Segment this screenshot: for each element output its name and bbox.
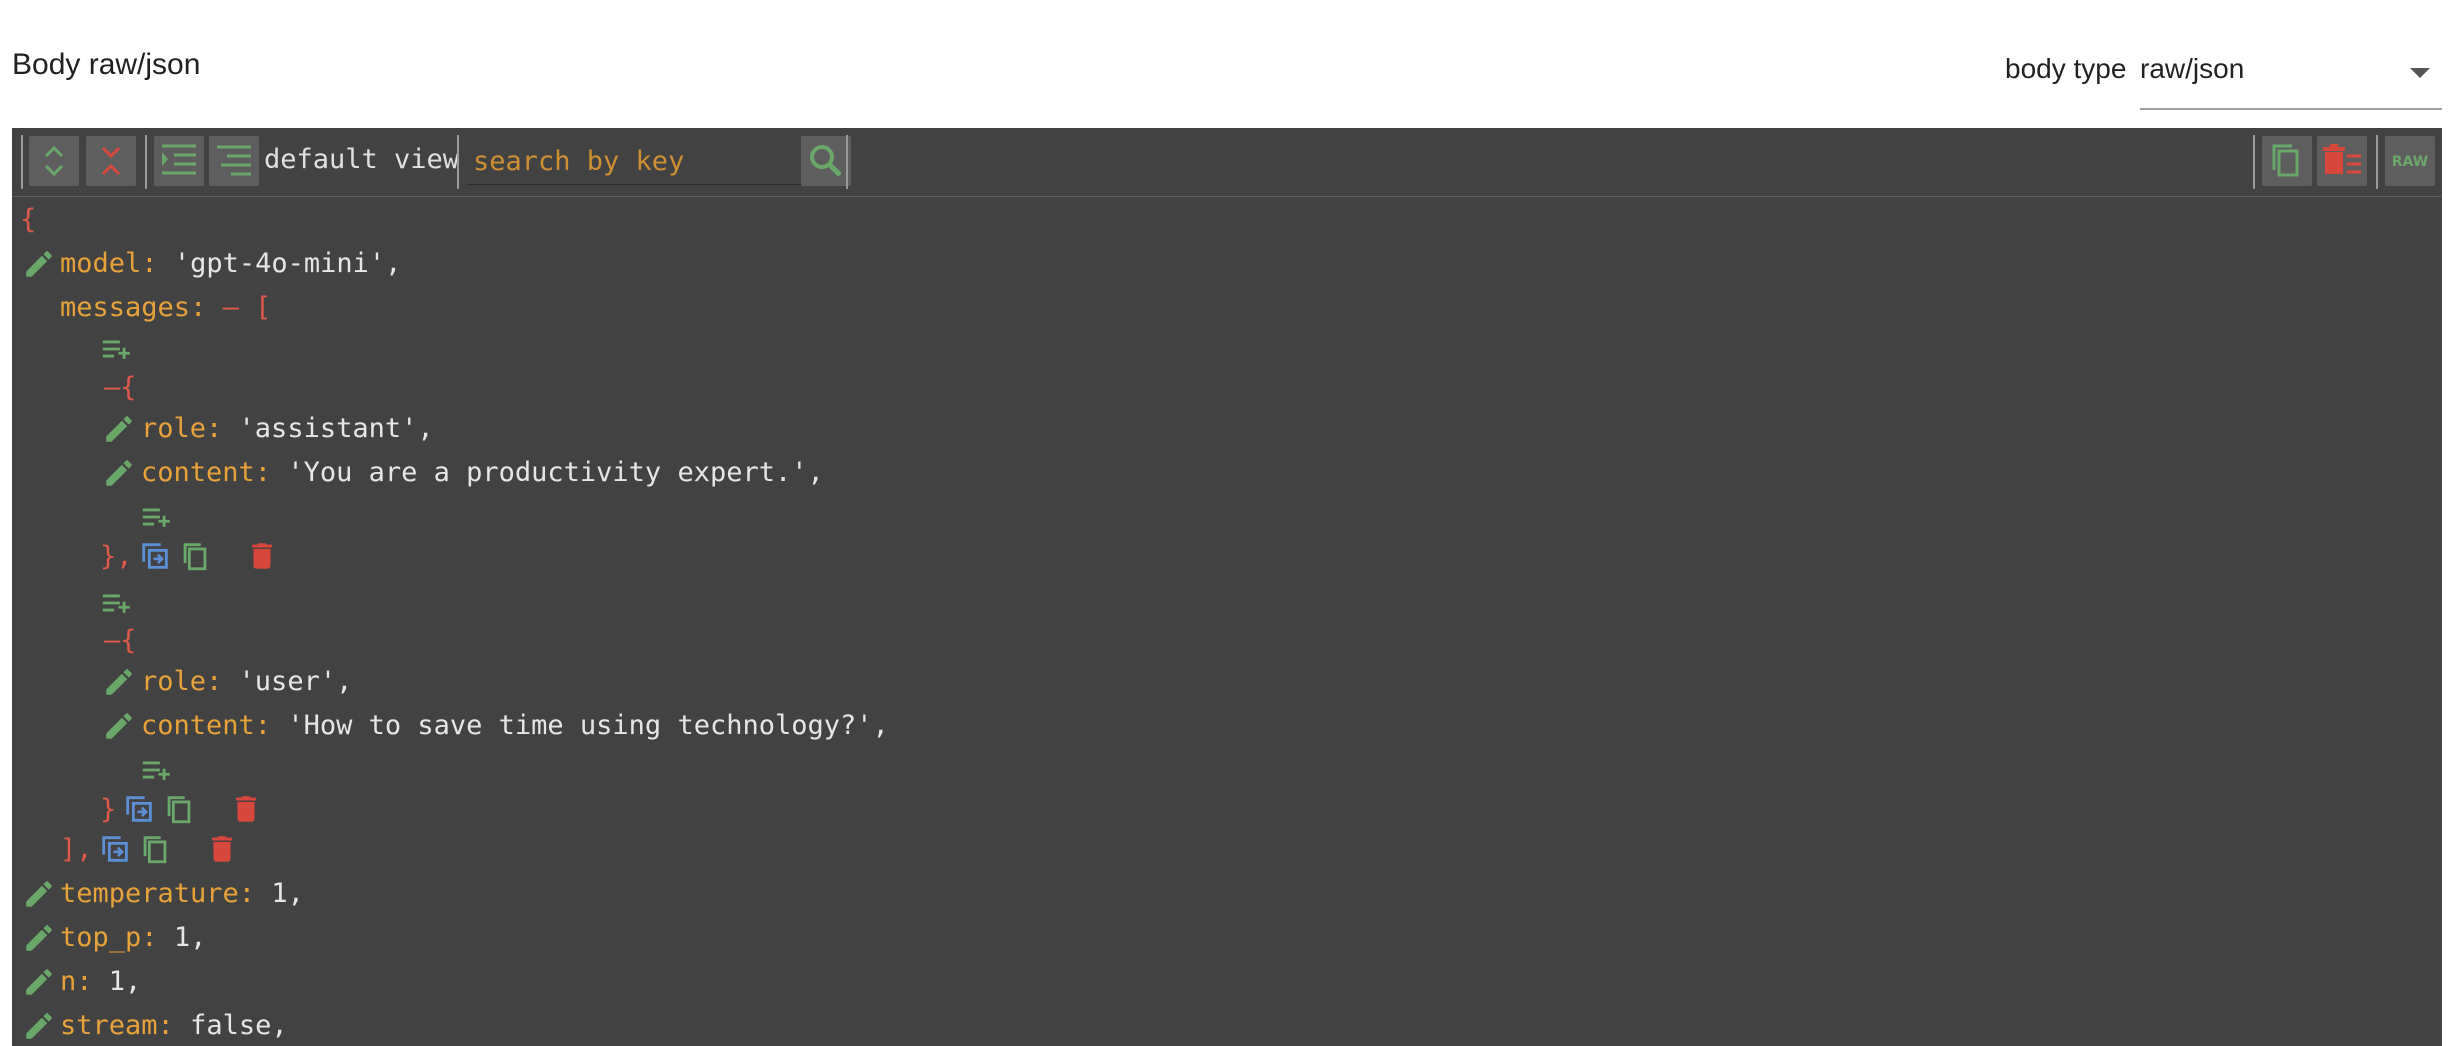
temperature-row: temperature: 1, <box>60 874 304 914</box>
svg-text:RAW: RAW <box>2392 154 2428 170</box>
expand-all-icon <box>44 145 64 177</box>
edit-icon[interactable] <box>102 456 136 490</box>
copy-icon[interactable] <box>162 792 196 826</box>
format-indent-icon <box>162 144 196 175</box>
messages-close-bracket: ], <box>60 834 93 865</box>
chevron-down-icon <box>2410 68 2430 78</box>
content-value[interactable]: 'How to save time using technology?', <box>287 710 888 741</box>
body-type-label: body type <box>2005 53 2127 84</box>
messages-collapse-toggle[interactable]: — [ <box>223 292 272 323</box>
search-input[interactable] <box>467 138 809 185</box>
add-item-icon[interactable] <box>140 500 174 534</box>
temperature-value[interactable]: 1, <box>271 878 304 909</box>
edit-icon[interactable] <box>102 412 136 446</box>
n-value[interactable]: 1, <box>109 966 142 997</box>
copy-icon[interactable] <box>178 539 212 573</box>
raw-mode-button[interactable]: RAW <box>2385 136 2435 186</box>
raw-icon: RAW <box>2392 154 2428 170</box>
message-1-content-row: content: 'You are a productivity expert.… <box>141 453 824 493</box>
message-2-collapse-toggle[interactable]: —{ <box>104 621 137 661</box>
search-icon <box>810 145 842 177</box>
delete-sweep-icon <box>2323 144 2361 174</box>
message-2-role-row: role: 'user', <box>141 662 352 702</box>
edit-icon[interactable] <box>22 1009 56 1043</box>
collapse-all-icon <box>101 146 121 176</box>
edit-icon[interactable] <box>102 665 136 699</box>
add-item-icon[interactable] <box>100 332 134 366</box>
body-type-select[interactable]: raw/json <box>2140 38 2442 110</box>
message-2-content-row: content: 'How to save time using technol… <box>141 706 889 746</box>
edit-icon[interactable] <box>22 921 56 955</box>
message-1-role-row: role: 'assistant', <box>141 409 434 449</box>
edit-icon[interactable] <box>22 965 56 999</box>
role-value[interactable]: 'assistant', <box>239 413 434 444</box>
content-value[interactable]: 'You are a productivity expert.', <box>287 457 823 488</box>
stream-row: stream: false, <box>60 1006 288 1046</box>
copy-icon <box>2272 144 2299 177</box>
role-key: role: <box>141 666 223 697</box>
temperature-key: temperature: <box>60 878 256 909</box>
search-button[interactable] <box>801 136 851 186</box>
messages-row: messages: — [ <box>60 288 271 328</box>
compact-view-button[interactable] <box>209 136 259 186</box>
message-1-collapse-toggle[interactable]: —{ <box>104 368 137 408</box>
add-item-icon[interactable] <box>140 753 174 787</box>
toolbar-divider <box>2376 135 2378 189</box>
expand-all-button[interactable] <box>29 136 79 186</box>
stream-key: stream: <box>60 1010 174 1041</box>
format-align-right-icon <box>217 145 251 176</box>
clone-icon[interactable] <box>122 792 156 826</box>
message-1-close-brace: }, <box>100 541 133 572</box>
json-editor: default view RAW { model: 'gpt-4o-mini',… <box>12 128 2442 1046</box>
top-p-row: top_p: 1, <box>60 918 206 958</box>
page-title: Body raw/json <box>12 48 201 81</box>
toolbar-divider <box>21 135 23 189</box>
content-key: content: <box>141 457 272 488</box>
messages-key: messages: <box>60 292 207 323</box>
model-row: model: 'gpt-4o-mini', <box>60 244 401 284</box>
collapse-all-button[interactable] <box>86 136 136 186</box>
editor-toolbar: default view RAW <box>12 128 2442 197</box>
toolbar-divider <box>846 135 848 189</box>
model-key: model: <box>60 248 158 279</box>
clone-icon[interactable] <box>98 832 132 866</box>
copy-icon[interactable] <box>138 832 172 866</box>
role-key: role: <box>141 413 223 444</box>
copy-json-button[interactable] <box>2262 136 2312 186</box>
body-type-value: raw/json <box>2140 53 2245 84</box>
clone-icon[interactable] <box>138 539 172 573</box>
edit-icon[interactable] <box>22 247 56 281</box>
n-key: n: <box>60 966 93 997</box>
delete-icon[interactable] <box>245 539 279 573</box>
add-item-icon[interactable] <box>100 586 134 620</box>
root-open-brace: { <box>20 204 37 235</box>
content-key: content: <box>141 710 272 741</box>
toolbar-divider <box>2253 135 2255 189</box>
view-mode-label: default view <box>264 144 460 175</box>
clear-json-button[interactable] <box>2317 136 2367 186</box>
stream-value[interactable]: false, <box>190 1010 288 1041</box>
indent-view-button[interactable] <box>154 136 204 186</box>
top-p-key: top_p: <box>60 922 158 953</box>
edit-icon[interactable] <box>102 709 136 743</box>
n-row: n: 1, <box>60 962 141 1002</box>
edit-icon[interactable] <box>22 877 56 911</box>
toolbar-divider <box>145 135 147 189</box>
top-p-value[interactable]: 1, <box>174 922 207 953</box>
message-2-close-brace: } <box>100 794 117 825</box>
delete-icon[interactable] <box>229 792 263 826</box>
delete-icon[interactable] <box>205 832 239 866</box>
role-value[interactable]: 'user', <box>239 666 353 697</box>
toolbar-divider <box>457 135 459 189</box>
model-value[interactable]: 'gpt-4o-mini', <box>174 248 402 279</box>
